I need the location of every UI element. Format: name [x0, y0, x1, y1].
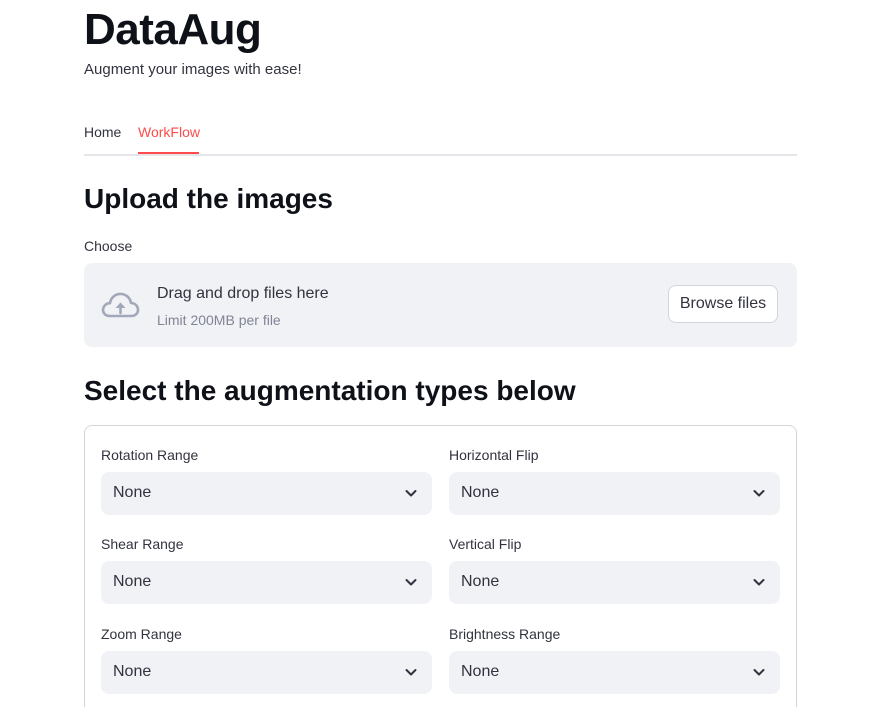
- chevron-down-icon: [753, 579, 765, 586]
- shear-range-value: None: [113, 573, 152, 590]
- tab-bar: Home WorkFlow: [84, 114, 797, 156]
- zoom-range-label: Zoom Range: [101, 626, 182, 642]
- file-uploader-label: Choose: [84, 238, 133, 254]
- shear-range-select[interactable]: None: [101, 561, 432, 604]
- chevron-down-icon: [405, 669, 417, 676]
- browse-files-button[interactable]: Browse files: [668, 285, 778, 323]
- rotation-range-select[interactable]: None: [101, 472, 432, 515]
- vertical-flip-value: None: [461, 573, 500, 590]
- brightness-range-select[interactable]: None: [449, 651, 780, 694]
- zoom-range-select[interactable]: None: [101, 651, 432, 694]
- vertical-flip-select[interactable]: None: [449, 561, 780, 604]
- tab-home[interactable]: Home: [84, 122, 121, 142]
- horizontal-flip-select[interactable]: None: [449, 472, 780, 515]
- chevron-down-icon: [405, 490, 417, 497]
- app-subtitle: Augment your images with ease!: [84, 61, 302, 78]
- chevron-down-icon: [753, 490, 765, 497]
- tab-workflow[interactable]: WorkFlow: [138, 122, 200, 142]
- brightness-range-value: None: [461, 663, 500, 680]
- rotation-range-value: None: [113, 484, 152, 501]
- page: DataAug Augment your images with ease! H…: [0, 0, 887, 707]
- upload-heading: Upload the images: [84, 183, 333, 214]
- zoom-range-value: None: [113, 663, 152, 680]
- chevron-down-icon: [753, 669, 765, 676]
- file-dropzone[interactable]: Drag and drop files here Limit 200MB per…: [84, 263, 797, 347]
- augmentation-heading: Select the augmentation types below: [84, 375, 576, 406]
- dropzone-instructions: Drag and drop files here: [157, 285, 329, 302]
- dropzone-limit-text: Limit 200MB per file: [157, 312, 281, 328]
- app-title: DataAug: [84, 5, 262, 54]
- cloud-upload-icon: [101, 292, 140, 318]
- chevron-down-icon: [405, 579, 417, 586]
- brightness-range-label: Brightness Range: [449, 626, 561, 642]
- vertical-flip-label: Vertical Flip: [449, 536, 522, 552]
- horizontal-flip-value: None: [461, 484, 500, 501]
- rotation-range-label: Rotation Range: [101, 447, 199, 463]
- augmentation-form: Rotation Range None Horizontal Flip None…: [84, 425, 797, 707]
- shear-range-label: Shear Range: [101, 536, 184, 552]
- horizontal-flip-label: Horizontal Flip: [449, 447, 539, 463]
- active-tab-indicator: [138, 152, 199, 154]
